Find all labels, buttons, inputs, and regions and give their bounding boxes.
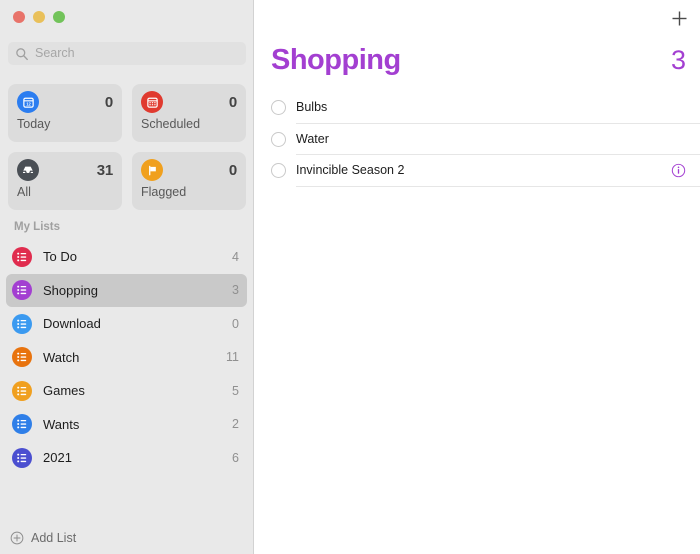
add-reminder-button[interactable] [667,6,691,30]
reminders-list: Bulbs Water Invincible Season 2 [271,92,700,187]
search-input[interactable]: Search [8,42,246,65]
svg-text:12: 12 [26,101,31,106]
reminder-complete-toggle[interactable] [271,100,286,115]
sidebar-item-label: 2021 [43,450,232,465]
my-lists-header: My Lists [14,221,60,233]
list-icon-shopping [12,280,32,300]
smart-list-card-today[interactable]: 12 0 Today [8,84,122,142]
sidebar-item-count: 6 [232,451,239,465]
sidebar-item-games[interactable]: Games5 [6,374,247,408]
smart-list-card-scheduled[interactable]: 0 Scheduled [132,84,246,142]
calendar-day-icon: 12 [22,96,35,109]
calendar-grid-icon [146,96,159,109]
reminder-body: Water [296,124,700,156]
flag-icon [146,164,159,177]
reminders-window: Search 12 0 Today 0 Scheduled 31 All 0 Flagged M… [0,0,700,554]
reminder-row[interactable]: Water [271,124,700,156]
smart-list-count: 0 [229,162,237,179]
reminder-title[interactable]: Bulbs [296,100,327,114]
smart-list-card-flagged[interactable]: 0 Flagged [132,152,246,210]
list-icon-download [12,314,32,334]
list-icon-watch [12,347,32,367]
inbox-tray-icon [17,159,39,181]
list-lines-icon [16,351,28,363]
smart-list-count: 31 [97,162,113,179]
sidebar-item-label: To Do [43,249,232,264]
smart-card-top: 0 [141,159,237,181]
plus-circle-icon [10,531,24,545]
reminder-body: Bulbs [296,92,700,124]
reminder-body: Invincible Season 2 [296,155,700,187]
sidebar-item-label: Wants [43,417,232,432]
list-lines-icon [16,251,28,263]
sidebar-item-wants[interactable]: Wants2 [6,408,247,442]
close-window-button[interactable] [13,11,25,23]
sidebar-item-to-do[interactable]: To Do4 [6,240,247,274]
user-lists: To Do4Shopping3Download0Watch11Games5Wan… [0,240,253,475]
calendar-day-icon: 12 [17,91,39,113]
window-traffic-lights [13,11,65,23]
add-list-label: Add List [31,531,76,545]
sidebar-item-label: Download [43,316,232,331]
sidebar-item-watch[interactable]: Watch11 [6,341,247,375]
sidebar-item-count: 11 [226,350,239,364]
reminder-complete-toggle[interactable] [271,132,286,147]
reminder-complete-toggle[interactable] [271,163,286,178]
search-icon [15,47,29,61]
reminder-row[interactable]: Invincible Season 2 [271,155,700,187]
sidebar-item-label: Games [43,383,232,398]
sidebar-item-count: 2 [232,417,239,431]
smart-list-label: Today [17,117,113,131]
list-lines-icon [16,452,28,464]
sidebar-item-label: Watch [43,350,226,365]
search-placeholder: Search [35,47,75,60]
reminder-row[interactable]: Bulbs [271,92,700,124]
smart-card-top: 0 [141,91,237,113]
sidebar-item-2021[interactable]: 20216 [6,441,247,475]
list-lines-icon [16,418,28,430]
reminder-info-placeholder [671,100,686,115]
list-total-count: 3 [671,45,686,76]
reminder-title[interactable]: Water [296,132,329,146]
smart-card-top: 31 [17,159,113,181]
sidebar-item-shopping[interactable]: Shopping3 [6,274,247,308]
smart-list-card-all[interactable]: 31 All [8,152,122,210]
list-lines-icon [16,385,28,397]
sidebar-item-count: 0 [232,317,239,331]
reminder-title[interactable]: Invincible Season 2 [296,163,404,177]
sidebar-item-count: 5 [232,384,239,398]
list-lines-icon [16,318,28,330]
smart-list-label: All [17,185,113,199]
minimize-window-button[interactable] [33,11,45,23]
sidebar-item-download[interactable]: Download0 [6,307,247,341]
inbox-tray-icon [21,163,35,177]
list-icon-wants [12,414,32,434]
add-list-button[interactable]: Add List [10,531,76,545]
sidebar-item-label: Shopping [43,283,232,298]
calendar-grid-icon [141,91,163,113]
list-icon-2021 [12,448,32,468]
info-icon[interactable] [671,163,686,178]
reminder-info-placeholder [671,131,686,146]
sidebar-item-count: 4 [232,250,239,264]
list-header: Shopping 3 [271,44,686,77]
sidebar-item-count: 3 [232,283,239,297]
sidebar: Search 12 0 Today 0 Scheduled 31 All 0 Flagged M… [0,0,254,554]
main-content: Shopping 3 Bulbs Water Invincible Season 2 [254,0,700,554]
smart-list-count: 0 [229,94,237,111]
smart-lists-grid: 12 0 Today 0 Scheduled 31 All 0 Flagged [8,84,246,210]
plus-icon [671,10,688,27]
zoom-window-button[interactable] [53,11,65,23]
smart-list-label: Scheduled [141,117,237,131]
flag-icon [141,159,163,181]
smart-list-label: Flagged [141,185,237,199]
smart-list-count: 0 [105,94,113,111]
list-icon-games [12,381,32,401]
list-lines-icon [16,284,28,296]
list-icon-to-do [12,247,32,267]
smart-card-top: 12 0 [17,91,113,113]
page-title: Shopping [271,44,401,77]
